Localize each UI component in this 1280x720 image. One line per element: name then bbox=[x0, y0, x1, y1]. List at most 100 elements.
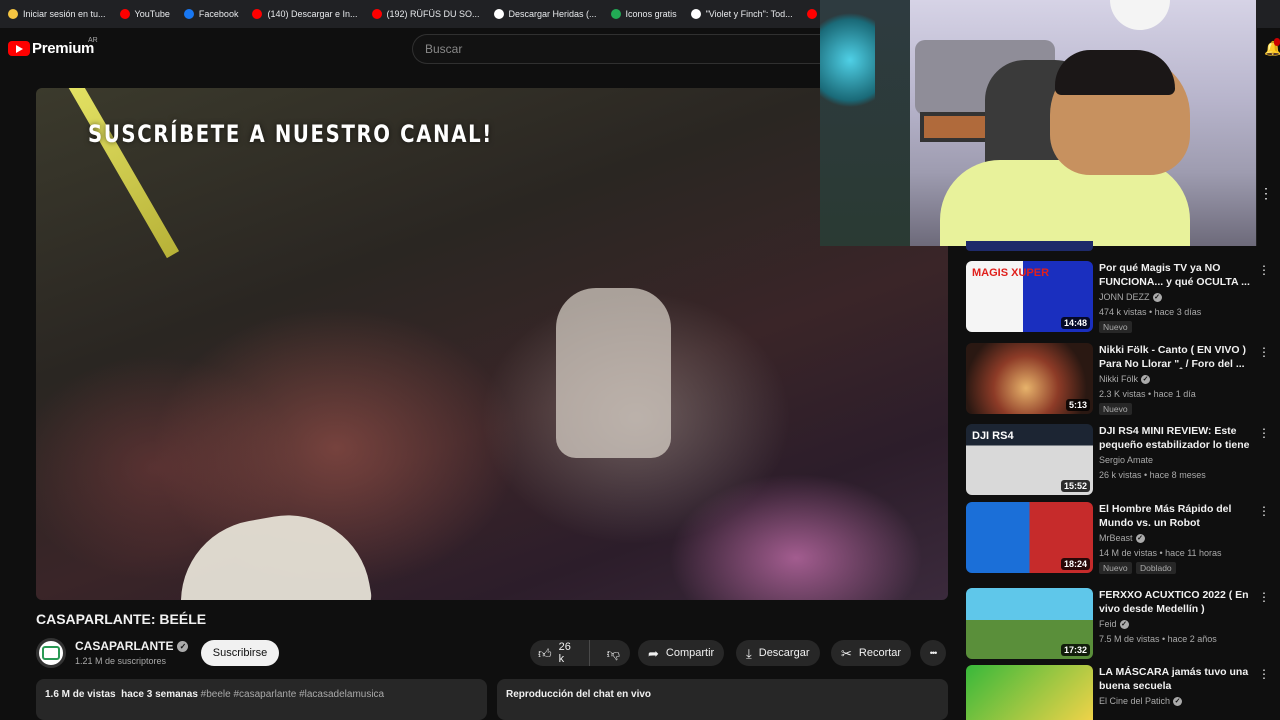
subscribe-button[interactable]: Suscribirse bbox=[201, 640, 279, 666]
recommended-video-title[interactable]: FERXXO ACUXTICO 2022 ( En vivo desde Med… bbox=[1099, 588, 1255, 616]
duration-badge: 18:24 bbox=[1060, 558, 1090, 570]
share-button[interactable]: ➦ Compartir bbox=[638, 640, 725, 666]
like-button[interactable]: 👍︎ 26 k bbox=[530, 640, 590, 666]
duration-badge: 17:32 bbox=[1060, 644, 1090, 656]
video-badge: Doblado bbox=[1136, 562, 1176, 574]
bookmark-label: "Violet y Finch": Tod... bbox=[705, 9, 793, 19]
duration-badge: 14:48 bbox=[1060, 317, 1090, 329]
stage-light-beam bbox=[66, 88, 180, 259]
kebab-menu-icon[interactable]: ⋮ bbox=[1258, 667, 1270, 681]
bookmark-favicon-icon bbox=[806, 9, 817, 19]
recommended-video-meta: 26 k vistas • hace 8 meses bbox=[1099, 470, 1206, 480]
kebab-menu-icon[interactable]: ⋮ bbox=[1258, 426, 1270, 440]
view-count: 1.6 M de vistas bbox=[45, 689, 116, 700]
channel-avatar[interactable] bbox=[36, 638, 66, 668]
verified-icon: ✓ bbox=[1173, 696, 1183, 706]
thumbnail-text: DJI RS4 bbox=[972, 430, 1014, 442]
recommended-video-title[interactable]: Por qué Magis TV ya NO FUNCIONA... y qué… bbox=[1099, 261, 1255, 289]
country-code: AR bbox=[88, 37, 98, 44]
bookmark-label: Facebook bbox=[198, 9, 239, 19]
recommended-channel[interactable]: Sergio Amate bbox=[1099, 455, 1153, 465]
like-dislike-group: 👍︎ 26 k 👎︎ bbox=[530, 640, 630, 666]
kebab-menu-icon[interactable]: ⋮ bbox=[1259, 185, 1273, 202]
recommended-video-meta: 7.5 M de vistas • hace 2 años bbox=[1099, 634, 1217, 644]
video-overlay-text: SUSCRÍBETE A NUESTRO CANAL! bbox=[88, 120, 493, 148]
hashtags[interactable]: #beele #casaparlante #lacasadelamusica bbox=[201, 689, 384, 700]
recommended-channel[interactable]: JONN DEZZ ✓ bbox=[1099, 292, 1162, 302]
recommended-channel-name: Feid bbox=[1099, 619, 1117, 629]
recommended-video-title[interactable]: LA MÁSCARA jamás tuvo una buena secuela bbox=[1099, 665, 1255, 693]
duration-badge: 15:52 bbox=[1060, 480, 1090, 492]
youtube-premium-logo[interactable]: Premium AR bbox=[8, 37, 98, 57]
bookmark-item[interactable]: (140) Descargar e In... bbox=[246, 0, 365, 28]
recommended-channel[interactable]: Feid ✓ bbox=[1099, 619, 1129, 629]
bookmark-item[interactable]: Facebook bbox=[178, 0, 247, 28]
recommended-video-title[interactable]: DJI RS4 MINI REVIEW: Este pequeño estabi… bbox=[1099, 424, 1255, 452]
recommended-video[interactable]: LA MÁSCARA jamás tuvo una buena secuela E… bbox=[966, 665, 1270, 720]
notification-badge bbox=[1274, 38, 1280, 46]
dislike-button[interactable]: 👎︎ bbox=[597, 640, 630, 666]
recommended-channel[interactable]: El Cine del Patich ✓ bbox=[1099, 696, 1183, 706]
kebab-menu-icon[interactable]: ⋮ bbox=[1258, 590, 1270, 604]
clip-button[interactable]: ✂ Recortar bbox=[831, 640, 912, 666]
verified-icon: ✓ bbox=[1141, 374, 1151, 384]
video-thumbnail[interactable]: 17:32 bbox=[966, 588, 1093, 659]
video-badge: Nuevo bbox=[1099, 321, 1132, 333]
webcam-person-hair bbox=[1055, 50, 1175, 95]
chat-replay-label: Reproducción del chat en vivo bbox=[506, 689, 652, 700]
kebab-menu-icon[interactable]: ⋮ bbox=[1258, 504, 1270, 518]
kebab-menu-icon[interactable]: ⋮ bbox=[1258, 345, 1270, 359]
recommended-channel[interactable]: MrBeast ✓ bbox=[1099, 533, 1145, 543]
bookmark-item[interactable]: Descargar Heridas (... bbox=[488, 0, 605, 28]
bookmark-favicon-icon bbox=[8, 9, 18, 19]
recommended-video-meta: 14 M de vistas • hace 11 horas bbox=[1099, 548, 1222, 558]
bookmark-label: (192) RÜFÜS DU SO... bbox=[386, 9, 480, 19]
kebab-menu-icon[interactable]: ⋮ bbox=[1258, 263, 1270, 277]
bookmark-favicon-icon bbox=[183, 9, 194, 19]
video-thumbnail[interactable]: 18:24 bbox=[966, 502, 1093, 573]
download-label: Descargar bbox=[758, 647, 810, 659]
recommended-video[interactable]: DJI RS4 15:52 DJI RS4 MINI REVIEW: Este pe… bbox=[966, 424, 1270, 498]
recommended-channel[interactable]: Nikki Fölk ✓ bbox=[1099, 374, 1151, 384]
channel-name[interactable]: CASAPARLANTE ✓ bbox=[75, 639, 189, 653]
verified-icon: ✓ bbox=[1152, 292, 1162, 302]
description-box[interactable]: 1.6 M de vistas hace 3 semanas #beele #c… bbox=[36, 679, 487, 720]
youtube-play-icon bbox=[8, 41, 30, 56]
recommended-channel-name: JONN DEZZ bbox=[1099, 292, 1150, 302]
chat-replay-box[interactable]: Reproducción del chat en vivo bbox=[497, 679, 948, 720]
verified-icon: ✓ bbox=[177, 640, 189, 652]
bookmark-item[interactable]: YouTube bbox=[114, 0, 178, 28]
video-thumbnail[interactable] bbox=[966, 665, 1093, 720]
bookmark-item[interactable]: Iniciar sesión en tu... bbox=[2, 0, 114, 28]
recommended-video-title[interactable]: Nikki Fölk - Canto ( EN VIVO ) Para No L… bbox=[1099, 343, 1255, 371]
bookmark-item[interactable]: Iconos gratis bbox=[605, 0, 685, 28]
recommended-channel-name: Sergio Amate bbox=[1099, 455, 1154, 465]
download-button[interactable]: ⤓ Descargar bbox=[736, 640, 820, 666]
clip-label: Recortar bbox=[858, 647, 902, 659]
recommended-video-title[interactable]: El Hombre Más Rápido del Mundo vs. un Ro… bbox=[1099, 502, 1255, 530]
download-icon: ⤓ bbox=[746, 645, 752, 661]
search-box[interactable] bbox=[412, 34, 822, 64]
search-input[interactable] bbox=[425, 42, 822, 56]
more-actions-button[interactable]: ••• bbox=[920, 640, 946, 666]
recommended-video[interactable]: 17:32 FERXXO ACUXTICO 2022 ( En vivo desd… bbox=[966, 588, 1270, 662]
video-thumbnail[interactable]: 5:13 bbox=[966, 343, 1093, 414]
partial-thumbnail[interactable] bbox=[966, 241, 1093, 251]
subscriber-count: 1.21 M de suscriptores bbox=[75, 656, 167, 666]
webcam-fan bbox=[1110, 0, 1170, 30]
video-title: CASAPARLANTE: BEÉLE bbox=[36, 611, 207, 627]
recommended-video-meta: 474 k vistas • hace 3 días bbox=[1099, 307, 1202, 317]
bookmark-label: YouTube bbox=[134, 9, 170, 19]
video-thumbnail[interactable]: DJI RS4 15:52 bbox=[966, 424, 1093, 495]
recommended-video[interactable]: 5:13 Nikki Fölk - Canto ( EN VIVO ) Para … bbox=[966, 343, 1270, 417]
bookmark-favicon-icon bbox=[493, 9, 504, 19]
bookmark-label: Iniciar sesión en tu... bbox=[23, 9, 106, 19]
recommended-video[interactable]: MAGIS XUPER 14:48 Por qué Magis TV ya NO F… bbox=[966, 261, 1270, 335]
bookmark-item[interactable]: (192) RÜFÜS DU SO... bbox=[366, 0, 488, 28]
video-thumbnail[interactable]: MAGIS XUPER 14:48 bbox=[966, 261, 1093, 332]
bookmark-item[interactable]: "Violet y Finch": Tod... bbox=[685, 0, 801, 28]
bookmark-favicon-icon bbox=[690, 9, 701, 19]
recommended-video[interactable]: 18:24 El Hombre Más Rápido del Mundo vs. … bbox=[966, 502, 1270, 576]
recommended-channel-name: El Cine del Patich bbox=[1099, 696, 1171, 706]
video-player[interactable]: SUSCRÍBETE A NUESTRO CANAL! bbox=[36, 88, 948, 600]
